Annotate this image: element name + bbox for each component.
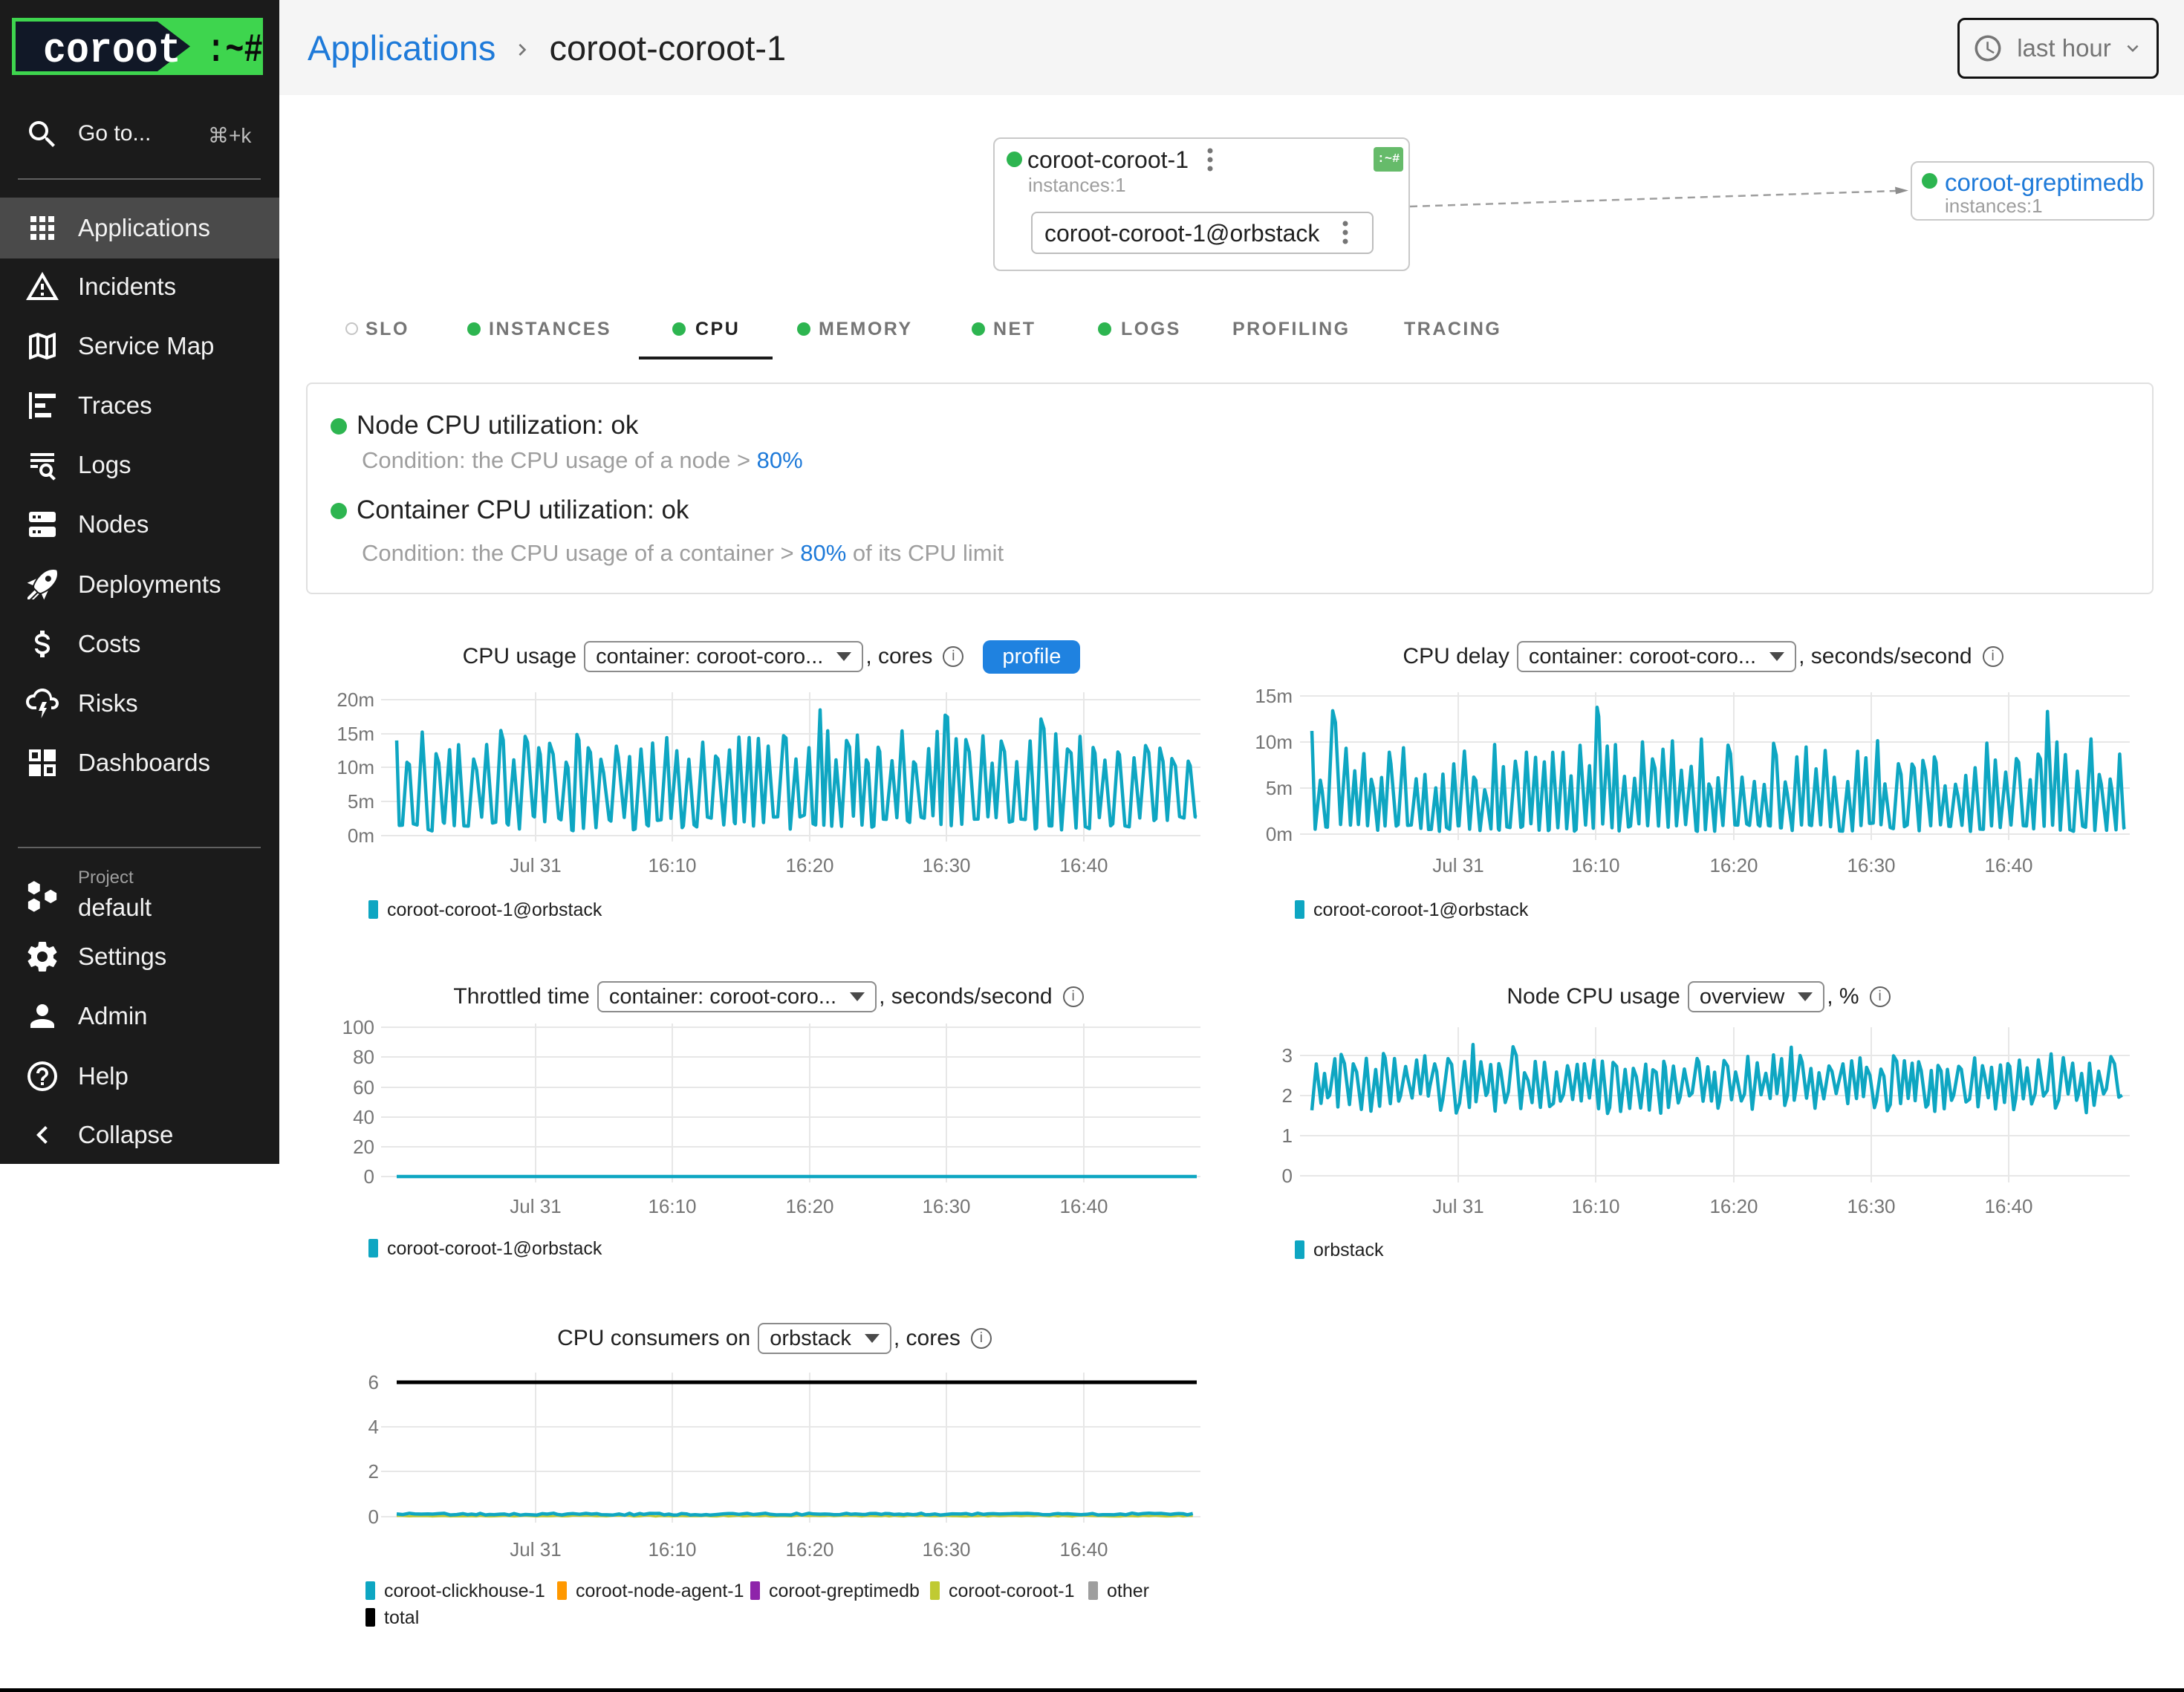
svg-text:coroot-node-agent-1: coroot-node-agent-1 bbox=[576, 1581, 744, 1601]
svg-text:Jul 31: Jul 31 bbox=[510, 1195, 561, 1217]
svg-text:16:10: 16:10 bbox=[648, 1195, 696, 1217]
svg-text:Jul 31: Jul 31 bbox=[510, 854, 561, 876]
svg-text:0: 0 bbox=[1282, 1165, 1293, 1187]
svg-text:60: 60 bbox=[353, 1076, 374, 1099]
svg-text:Jul 31: Jul 31 bbox=[510, 1538, 561, 1561]
svg-text:80: 80 bbox=[353, 1046, 374, 1068]
svg-text:40: 40 bbox=[353, 1106, 374, 1128]
svg-text:total: total bbox=[384, 1607, 419, 1628]
svg-text:5m: 5m bbox=[1266, 777, 1293, 799]
svg-text:0m: 0m bbox=[1266, 823, 1293, 845]
svg-text:Jul 31: Jul 31 bbox=[1432, 1195, 1483, 1217]
svg-text:16:40: 16:40 bbox=[1984, 854, 2032, 876]
svg-text:16:10: 16:10 bbox=[648, 854, 696, 876]
svg-text:20m: 20m bbox=[337, 689, 374, 711]
svg-text:16:10: 16:10 bbox=[648, 1538, 696, 1561]
svg-text:coroot-clickhouse-1: coroot-clickhouse-1 bbox=[384, 1581, 545, 1601]
svg-text:16:40: 16:40 bbox=[1059, 1195, 1108, 1217]
svg-text:16:30: 16:30 bbox=[922, 1195, 970, 1217]
svg-text:Jul 31: Jul 31 bbox=[1432, 854, 1483, 876]
svg-text:1: 1 bbox=[1282, 1125, 1293, 1147]
svg-text:0m: 0m bbox=[348, 824, 374, 847]
svg-text:16:30: 16:30 bbox=[922, 1538, 970, 1561]
svg-text:16:10: 16:10 bbox=[1571, 1195, 1619, 1217]
svg-text:16:40: 16:40 bbox=[1059, 1538, 1108, 1561]
svg-text:coroot-coroot-1@orbstack: coroot-coroot-1@orbstack bbox=[387, 899, 602, 920]
svg-text:orbstack: orbstack bbox=[1313, 1240, 1384, 1260]
svg-text:15m: 15m bbox=[337, 723, 374, 745]
svg-text:other: other bbox=[1107, 1581, 1149, 1601]
svg-text:0: 0 bbox=[364, 1165, 374, 1188]
svg-text:2: 2 bbox=[368, 1460, 379, 1483]
svg-text:16:20: 16:20 bbox=[785, 1195, 833, 1217]
svg-text:10m: 10m bbox=[337, 756, 374, 778]
svg-text:4: 4 bbox=[368, 1416, 379, 1438]
svg-text:coroot-greptimedb: coroot-greptimedb bbox=[769, 1581, 920, 1601]
svg-text:0: 0 bbox=[368, 1506, 379, 1528]
svg-text:16:30: 16:30 bbox=[1847, 854, 1895, 876]
svg-text:16:30: 16:30 bbox=[922, 854, 970, 876]
svg-text:16:20: 16:20 bbox=[1709, 1195, 1758, 1217]
svg-text:16:40: 16:40 bbox=[1059, 854, 1108, 876]
svg-text:20: 20 bbox=[353, 1136, 374, 1158]
svg-text:5m: 5m bbox=[348, 790, 374, 813]
svg-text:coroot-coroot-1@orbstack: coroot-coroot-1@orbstack bbox=[387, 1238, 602, 1259]
svg-text:16:20: 16:20 bbox=[1709, 854, 1758, 876]
svg-text:2: 2 bbox=[1282, 1084, 1293, 1107]
svg-text:3: 3 bbox=[1282, 1044, 1293, 1067]
svg-text:16:30: 16:30 bbox=[1847, 1195, 1895, 1217]
svg-text:6: 6 bbox=[368, 1371, 379, 1393]
svg-text:16:40: 16:40 bbox=[1984, 1195, 2032, 1217]
svg-text:16:10: 16:10 bbox=[1571, 854, 1619, 876]
svg-text:coroot-coroot-1: coroot-coroot-1 bbox=[949, 1581, 1075, 1601]
svg-text:100: 100 bbox=[342, 1016, 374, 1038]
svg-text:16:20: 16:20 bbox=[785, 854, 833, 876]
svg-text:10m: 10m bbox=[1255, 731, 1293, 753]
svg-text:16:20: 16:20 bbox=[785, 1538, 833, 1561]
svg-text:15m: 15m bbox=[1255, 685, 1293, 707]
svg-text:coroot-coroot-1@orbstack: coroot-coroot-1@orbstack bbox=[1313, 899, 1529, 920]
